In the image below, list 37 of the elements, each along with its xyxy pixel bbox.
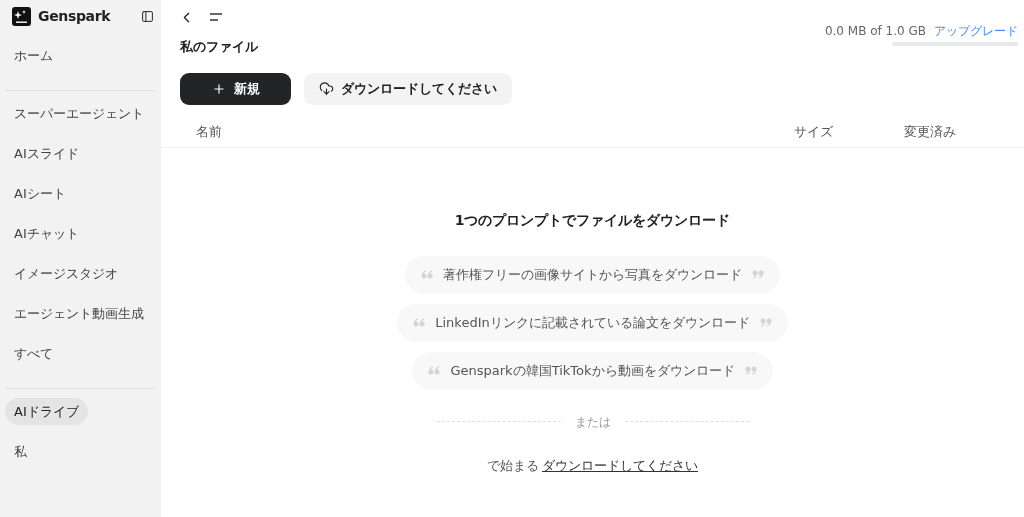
new-button[interactable]: 新規 xyxy=(180,72,291,105)
column-header: 変更済み xyxy=(904,123,957,142)
column-header: 名前 xyxy=(196,123,223,142)
sidebar-item[interactable]: エージェント動画生成 xyxy=(5,300,153,327)
upgrade-link[interactable]: アップグレード xyxy=(934,22,1018,40)
open-quote-icon xyxy=(428,366,441,375)
sidebar-item[interactable]: すべて xyxy=(5,340,62,367)
page-title: 私のファイル xyxy=(180,38,258,56)
close-quote-icon xyxy=(759,318,772,327)
storage-usage: 0.0 MB of 1.0 GB xyxy=(824,23,926,40)
divider-label: または xyxy=(574,413,611,431)
open-quote-icon xyxy=(421,270,433,279)
empty-heading: 1つのプロンプトでファイルをダウンロード xyxy=(454,210,731,230)
sidebar-item[interactable]: イメージスタジオ xyxy=(5,260,127,287)
sidebar-item[interactable]: ホーム xyxy=(5,42,62,69)
sidebar-item[interactable]: AIチャット xyxy=(5,220,88,247)
plus-icon xyxy=(211,81,226,96)
open-quote-icon xyxy=(413,318,426,327)
prompt-suggestion[interactable]: Gensparkの韓国TikTokから動画をダウンロード xyxy=(412,351,773,390)
sidebar-item[interactable]: 私 xyxy=(5,438,36,465)
sidebar-item[interactable]: AIスライド xyxy=(5,140,88,167)
footer-text: で始まる xyxy=(487,456,539,475)
sidebar-toggle-icon[interactable] xyxy=(141,9,154,23)
sidebar-item[interactable]: スーパーエージェント xyxy=(5,100,153,127)
download-button[interactable]: ダウンロードしてください xyxy=(304,72,512,105)
close-quote-icon xyxy=(752,270,764,279)
column-header: サイズ xyxy=(794,123,834,142)
brand-name: Genspark xyxy=(38,6,111,26)
prompt-suggestion[interactable]: LinkedInリンクに記載されている論文をダウンロード xyxy=(397,303,788,342)
prompt-suggestion[interactable]: 著作権フリーの画像サイトから写真をダウンロード xyxy=(405,255,780,294)
sidebar-item[interactable]: AIシート xyxy=(5,180,75,207)
logo-icon xyxy=(12,6,31,26)
download-link[interactable]: ダウンロードしてください xyxy=(542,455,698,475)
close-quote-icon xyxy=(744,366,757,375)
menu-icon[interactable] xyxy=(209,13,223,21)
sidebar-item[interactable]: AIドライブ xyxy=(5,398,88,425)
cloud-download-icon xyxy=(319,81,334,96)
